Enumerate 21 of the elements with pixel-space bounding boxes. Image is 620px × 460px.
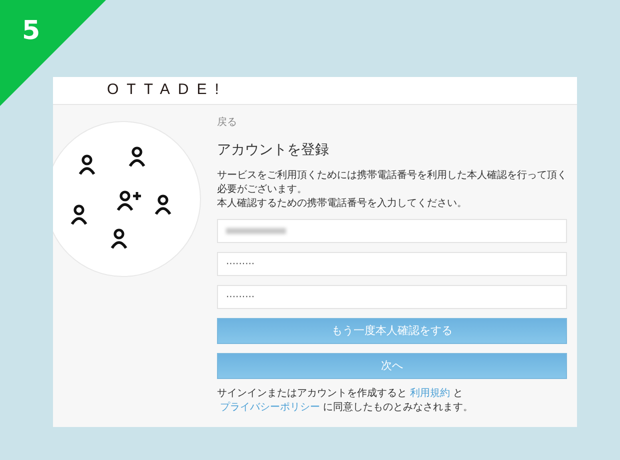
person-icon bbox=[128, 146, 146, 168]
blurred-value bbox=[226, 228, 286, 234]
person-icon bbox=[78, 154, 96, 176]
terms-link[interactable]: 利用規約 bbox=[410, 388, 450, 399]
description-text: 本人確認するための携帯電話番号を入力してください。 bbox=[217, 197, 468, 211]
password-field[interactable]: ········· bbox=[217, 285, 567, 309]
back-link[interactable]: 戻る bbox=[217, 115, 237, 130]
person-icon bbox=[110, 228, 128, 250]
person-icon bbox=[154, 194, 172, 216]
phone-field[interactable] bbox=[217, 219, 567, 243]
terms-text: サインインまたはアカウントを作成すると 利用規約 と プライバシーポリシー に同意したものとみなされます。 bbox=[217, 387, 474, 415]
reverify-button[interactable]: もう一度本人確認をする bbox=[217, 318, 567, 344]
add-person-icon bbox=[116, 190, 142, 212]
description-text: サービスをご利用頂くためには携帯電話番号を利用した本人確認を行って頂く必要がございます。 bbox=[217, 169, 567, 197]
page-title: アカウントを登録 bbox=[217, 141, 330, 160]
logo: OTTADE! bbox=[107, 80, 227, 100]
password-field[interactable]: ········· bbox=[217, 252, 567, 276]
terms-link[interactable]: プライバシーポリシー bbox=[220, 402, 320, 413]
next-button[interactable]: 次へ bbox=[217, 353, 567, 379]
person-icon bbox=[70, 204, 88, 226]
step-number: 5 bbox=[22, 15, 40, 48]
